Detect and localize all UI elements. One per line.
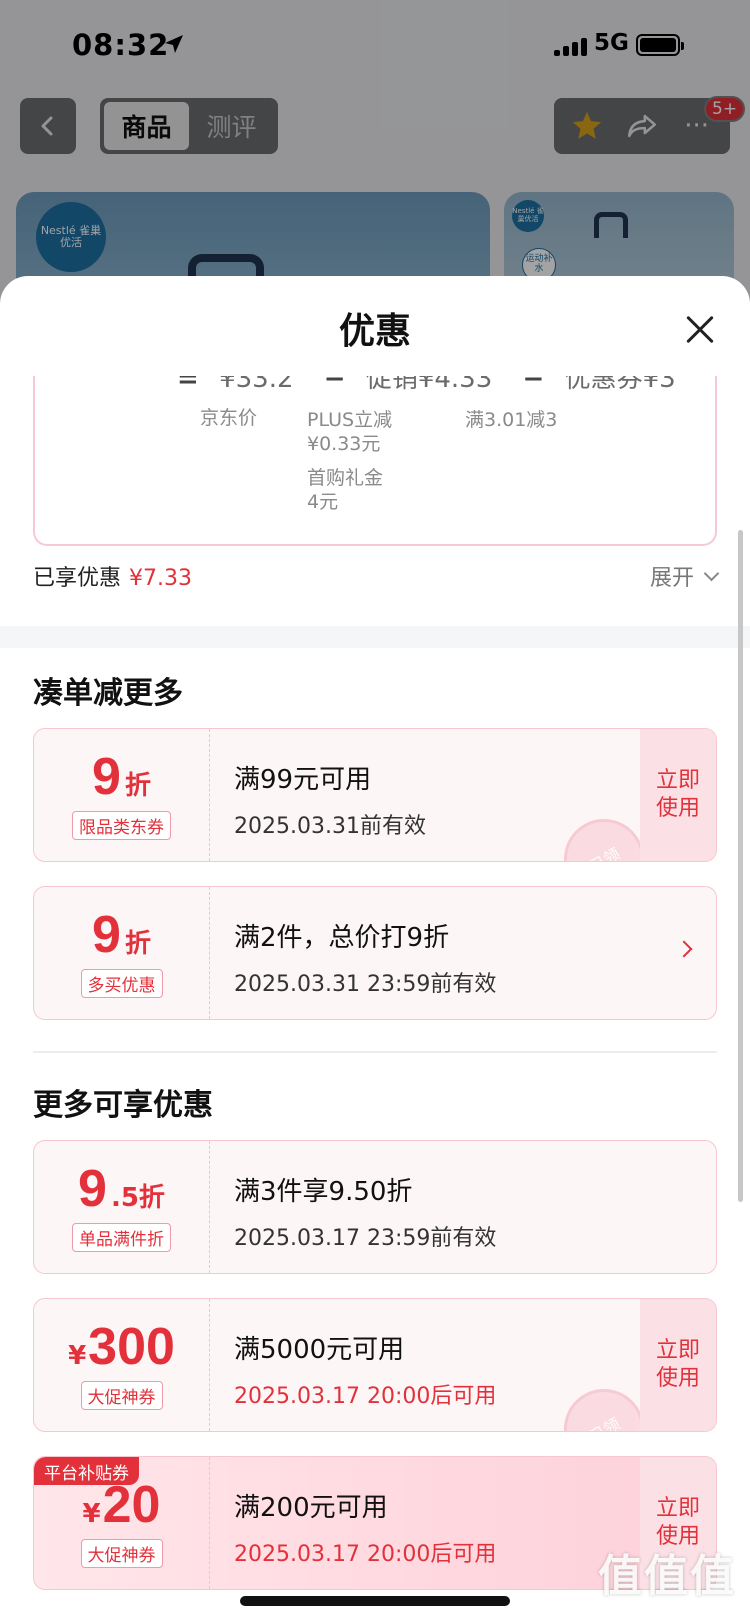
coupon-condition: 满2件，总价打9折 [234,923,450,953]
base-price: ¥33.2 [219,376,294,394]
equals-sign: = [177,376,199,394]
modal-backdrop[interactable] [0,0,750,300]
first-order-gift-label: 首购礼金 [307,467,384,489]
expand-button[interactable]: 展开 [649,560,720,592]
coupon-unit: 折 [124,770,151,801]
coupon-amount: 300 [88,1317,175,1376]
use-now-button[interactable]: 立即 使用 [640,729,716,861]
base-price-label: 京东价 [200,407,258,429]
close-icon[interactable] [680,310,720,350]
coupon-condition: 满200元可用 [234,1493,388,1523]
section-divider [0,626,750,648]
price-breakdown-box: = ¥33.2 − 促销¥4.33 − 优惠券¥3 京东价 PLUS立减 ¥0.… [33,376,717,546]
coupon-validity: 2025.03.17 20:00后可用 [234,1542,497,1567]
scrollbar[interactable] [738,530,743,1202]
coupon-card[interactable]: ¥300 大促神券 满5000元可用 2025.03.17 20:00后可用 已… [33,1298,717,1432]
coupon-value-area: 9折 限品类东券 [34,729,210,861]
coupon-unit: .5折 [110,1182,165,1213]
minus-sign: − [522,376,545,394]
price-formula: = ¥33.2 − 促销¥4.33 − 优惠券¥3 [165,376,686,395]
coupon-condition: 满3件享9.50折 [234,1177,413,1207]
coupon-amount: 9 [92,905,121,964]
minus-sign: − [323,376,346,394]
coupon-validity: 2025.03.17 20:00后可用 [234,1384,497,1409]
plus-reduction-label: PLUS立减 [307,409,393,431]
coupon-type-tag: 限品类东券 [72,810,171,840]
coupon-type-tag: 大促神券 [80,1538,163,1568]
sheet-title: 优惠 [338,311,411,352]
home-indicator[interactable] [240,1596,510,1606]
promo-amount: 促销¥4.33 [365,376,493,394]
coupon-condition: 满5000元可用 [234,1335,405,1365]
coupon-amount: 9 [78,1159,107,1218]
section-title-combine: 凑单减更多 [33,676,183,711]
coupon-condition: 满99元可用 [234,765,372,795]
chevron-down-icon [703,565,720,581]
watermark-logo: 值值值 [598,1551,736,1602]
saved-value: ¥7.33 [129,566,192,591]
coupon-amount: 优惠券¥3 [564,376,676,394]
use-now-button[interactable]: 立即 使用 [640,1299,716,1431]
coupon-validity: 2025.03.31前有效 [234,814,426,839]
expand-label: 展开 [649,566,694,591]
plus-reduction-value: ¥0.33元 [307,433,381,455]
first-order-gift-value: 4元 [307,491,339,513]
coupon-card[interactable]: 9.5折 单品满件折 满3件享9.50折 2025.03.17 23:59前有效 [33,1140,717,1274]
coupon-unit: 折 [124,928,151,959]
coupon-type-tag: 单品满件折 [72,1222,171,1252]
currency-symbol: ¥ [68,1340,87,1371]
site-watermark: 值值值 zhizhizhi.com [598,1540,736,1620]
coupon-card[interactable]: 9折 限品类东券 满99元可用 2025.03.31前有效 已领 立即 使用 [33,728,717,862]
watermark-url: zhizhizhi.com [619,1604,715,1620]
coupon-value-area: 9折 多买优惠 [34,887,210,1019]
discount-scroll-area[interactable]: = ¥33.2 − 促销¥4.33 − 优惠券¥3 京东价 PLUS立减 ¥0.… [0,376,750,1624]
coupon-type-tag: 多买优惠 [80,968,163,998]
coupon-condition-label: 满3.01减3 [465,409,558,431]
coupon-value-area: ¥300 大促神券 [34,1299,210,1431]
coupon-type-tag: 大促神券 [80,1380,163,1410]
section-title-more: 更多可享优惠 [33,1088,213,1123]
saved-label: 已享优惠 [33,566,122,591]
discount-sheet: 优惠 = ¥33.2 − 促销¥4.33 − 优惠券¥3 京东价 PLUS立减 … [0,276,750,1624]
coupon-validity: 2025.03.17 23:59前有效 [234,1226,497,1251]
currency-symbol: ¥ [82,1498,101,1529]
coupon-card[interactable]: 9折 多买优惠 满2件，总价打9折 2025.03.31 23:59前有效 [33,886,717,1020]
coupon-value-area: ¥20 大促神券 [34,1457,210,1589]
coupon-amount: 20 [102,1475,161,1534]
coupon-validity: 2025.03.31 23:59前有效 [234,972,497,997]
chevron-right-icon [675,940,693,958]
coupon-amount: 9 [92,747,121,806]
divider [33,1051,717,1053]
saved-discount-row: 已享优惠 ¥7.33 展开 [33,560,720,600]
coupon-value-area: 9.5折 单品满件折 [34,1141,210,1273]
